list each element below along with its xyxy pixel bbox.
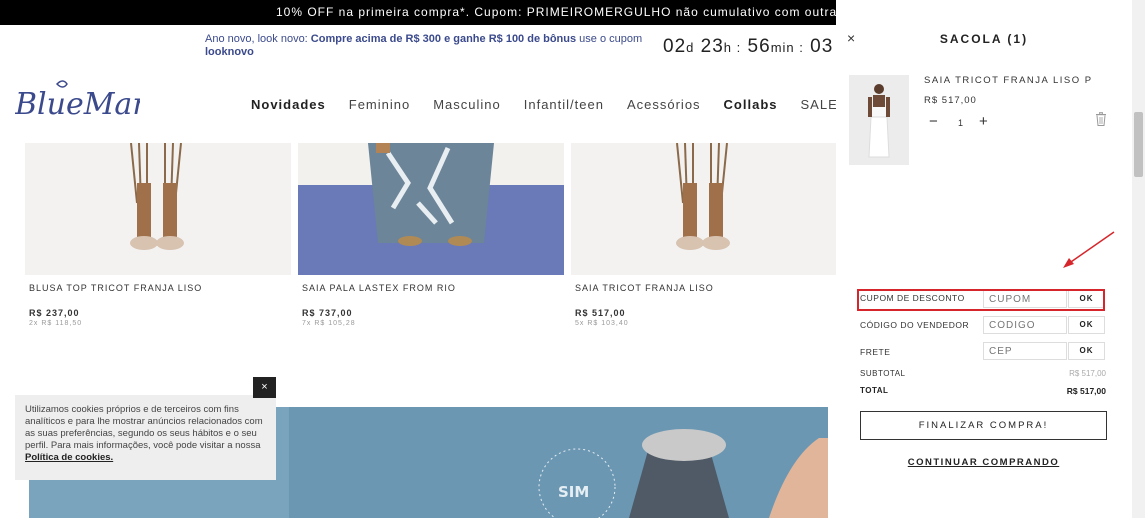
shipping-cep-input[interactable] (983, 342, 1067, 360)
cart-item-image[interactable] (849, 75, 909, 165)
shipping-ok-button[interactable]: OK (1068, 342, 1105, 360)
qty-decrease-button[interactable]: − (929, 113, 938, 130)
qty-value: 1 (958, 118, 964, 128)
seller-code-input[interactable] (983, 316, 1067, 334)
scrollbar[interactable] (1132, 0, 1145, 518)
trash-icon[interactable] (1095, 112, 1107, 126)
total-label: TOTAL (860, 386, 889, 395)
store-page: 10% OFF na primeira compra*. Cupom: PRIM… (0, 0, 836, 518)
cart-title: SACOLA (1) (939, 32, 1029, 46)
checkout-button[interactable]: FINALIZAR COMPRA! (860, 411, 1107, 440)
cart-item-price: R$ 517,00 (924, 95, 977, 106)
page: 10% OFF na primeira compra*. Cupom: PRIM… (0, 0, 1145, 518)
cart-item-name[interactable]: SAIA TRICOT FRANJA LISO P (924, 75, 1093, 86)
annotation-arrow (1063, 231, 1115, 268)
product-thumbnail (849, 75, 909, 165)
seller-code-ok-button[interactable]: OK (1068, 316, 1105, 334)
subtotal-value: R$ 517,00 (1069, 369, 1106, 378)
subtotal-label: SUBTOTAL (860, 369, 906, 378)
shipping-label: FRETE (860, 347, 891, 357)
scrollbar-thumb[interactable] (1134, 112, 1143, 177)
total-value: R$ 517,00 (1066, 386, 1106, 396)
seller-code-label: CÓDIGO DO VENDEDOR (860, 320, 970, 330)
qty-increase-button[interactable]: + (979, 113, 988, 130)
drawer-backdrop[interactable] (0, 0, 836, 518)
coupon-highlight-box (857, 289, 1105, 311)
continue-shopping-link[interactable]: CONTINUAR COMPRANDO (860, 457, 1107, 468)
